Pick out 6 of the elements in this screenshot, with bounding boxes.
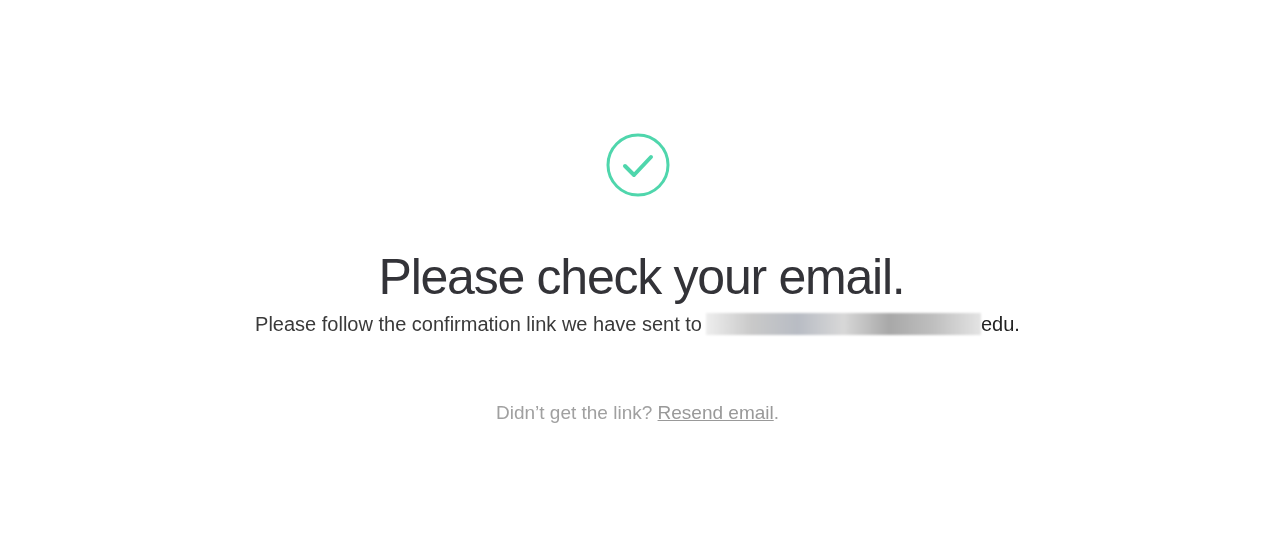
resend-prompt: Didn’t get the link? Resend email. — [495, 401, 779, 425]
email-address: edu. — [981, 312, 1020, 337]
check-circle-icon — [606, 133, 670, 197]
confirmation-message: Please follow the confirmation link we have sent to — [255, 312, 702, 337]
page-heading: Please check your email. — [378, 248, 905, 307]
resend-email-link[interactable]: Resend email — [657, 402, 774, 423]
